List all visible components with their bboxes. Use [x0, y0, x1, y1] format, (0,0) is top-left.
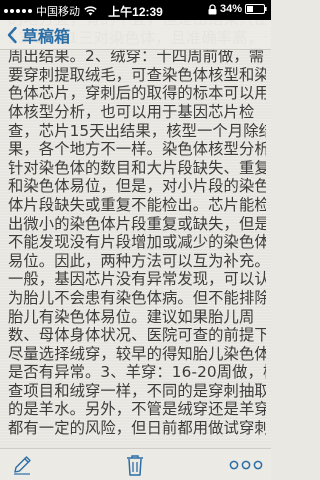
- note-line: 为胎儿不会患有染色体病。但不能排除: [8, 288, 266, 307]
- note-body[interactable]: 的地方宜，有的不宜，但是出结果只出13-18-21三对染色体，且准确率高，一周出…: [8, 10, 266, 448]
- compose-icon: [14, 456, 31, 475]
- note-line: 要穿刺提取绒毛，可查染色体核型和染: [8, 65, 266, 84]
- battery-icon: [245, 4, 267, 14]
- note-line: 出微小的染色体片段重复或缺失，但是: [8, 214, 266, 233]
- note-line: 体核型分析，也可以用于基因芯片检: [8, 102, 255, 121]
- navigation-bar: 草稿箱: [0, 20, 271, 50]
- note-line: 易位。因此，两种方法可以互为补充。: [8, 251, 266, 270]
- note-text: 的地方宜，有的不宜，但是出结果只出13-18-21三对染色体，且准确率高，一周出…: [8, 10, 266, 438]
- lock-icon: [208, 3, 217, 14]
- note-line: 的是羊水。另外，不管是绒穿还是羊穿: [8, 400, 266, 419]
- bottom-toolbar: [0, 448, 271, 480]
- status-right: 34%: [208, 3, 267, 15]
- more-button[interactable]: [228, 453, 264, 477]
- notes-screen: 的地方宜，有的不宜，但是出结果只出13-18-21三对染色体，且准确率高，一周出…: [0, 0, 271, 480]
- compose-button[interactable]: [10, 453, 34, 477]
- note-line: 数、母体身体状况、医院可查的前提下: [8, 326, 266, 345]
- note-line: 胎儿有染色体易位。建议如果胎儿周: [8, 307, 255, 326]
- chevron-left-icon: [7, 26, 17, 43]
- back-button[interactable]: 草稿箱: [6, 23, 70, 47]
- note-line: 都有一定的风险，但日前都用做试穿刺: [8, 419, 266, 438]
- note-line: 体片段缺失或重复不能检出。芯片能检: [8, 195, 266, 214]
- more-icon: [229, 460, 263, 470]
- note-line: 和染色体易位，但是，对小片段的染色: [8, 177, 266, 196]
- note-line: 色体芯片，穿刺后的取得的标本可以用于染色: [8, 84, 266, 103]
- note-line: 查，芯片15天出结果，核型一个月除结: [8, 121, 266, 140]
- status-bar: 中国移动 上午12:39 34%: [0, 0, 271, 20]
- note-line: 果，各个地方不一样。染色体核型分析: [8, 140, 266, 159]
- back-label: 草稿箱: [22, 26, 71, 46]
- battery-percent: 34%: [219, 3, 242, 15]
- note-line: 针对染色体的数目和大片段缺失、重复: [8, 158, 266, 177]
- note-line: 不能发现没有片段增加或减少的染色体: [8, 233, 266, 252]
- note-line: 尽量选择绒穿，较早的得知胎儿染色体: [8, 344, 266, 363]
- delete-button[interactable]: [123, 453, 147, 477]
- note-line: 一般，基因芯片没有异常发现，可以认: [8, 270, 266, 289]
- note-line: 是否有异常。3、羊穿：16-20周做，检: [8, 363, 266, 382]
- trash-icon: [127, 455, 143, 476]
- note-line: 查项目和绒穿一样，不同的是穿刺抽取: [8, 381, 266, 400]
